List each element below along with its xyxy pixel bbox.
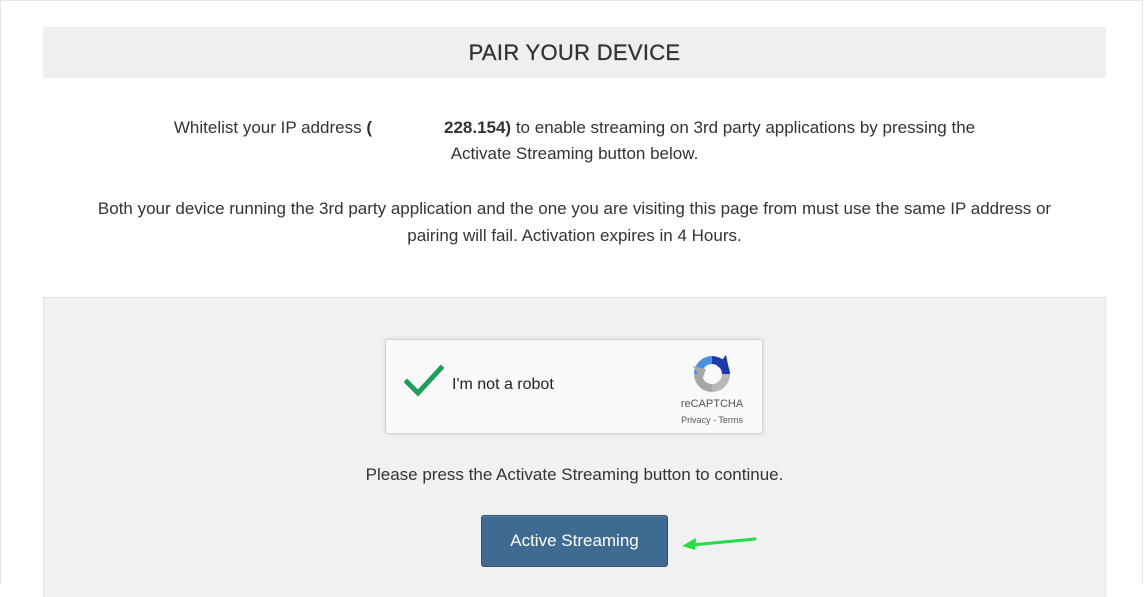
arrow-left-icon: [682, 537, 757, 550]
page-title: PAIR YOUR DEVICE: [468, 39, 681, 65]
intro-line-2: Activate Streaming button below.: [450, 144, 699, 163]
terms-link[interactable]: Terms: [718, 415, 743, 425]
intro-line-1: Whitelist your IP address (228.154) to e…: [43, 115, 1106, 141]
ip-visible-part: 228.154): [443, 118, 512, 137]
pairing-note-line-2: pairing will fail. Activation expires in…: [407, 226, 742, 245]
intro-prefix: Whitelist your IP address: [173, 118, 367, 137]
ip-redacted-block: [371, 118, 444, 136]
active-streaming-button[interactable]: Active Streaming: [481, 515, 668, 567]
pairing-note: Both your device running the 3rd party a…: [43, 195, 1106, 249]
intro-suffix: to enable streaming on 3rd party applica…: [511, 118, 976, 137]
privacy-link[interactable]: Privacy: [681, 415, 711, 425]
pairing-note-line-1: Both your device running the 3rd party a…: [97, 199, 1052, 218]
checkmark-icon[interactable]: [404, 364, 444, 398]
recaptcha-logo-icon: [693, 355, 730, 392]
recaptcha-links: Privacy - Terms: [656, 415, 768, 425]
ip-address: (228.154): [366, 118, 511, 137]
page-header: PAIR YOUR DEVICE: [43, 27, 1106, 78]
instructions-text: Please press the Activate Streaming butt…: [365, 465, 784, 484]
intro-text: Whitelist your IP address (228.154) to e…: [43, 115, 1106, 167]
recaptcha-label: I'm not a robot: [452, 376, 554, 393]
recaptcha-brand: reCAPTCHA: [680, 398, 744, 410]
recaptcha-widget[interactable]: I'm not a robot reCAPTCHA Privacy - Term…: [385, 339, 763, 434]
